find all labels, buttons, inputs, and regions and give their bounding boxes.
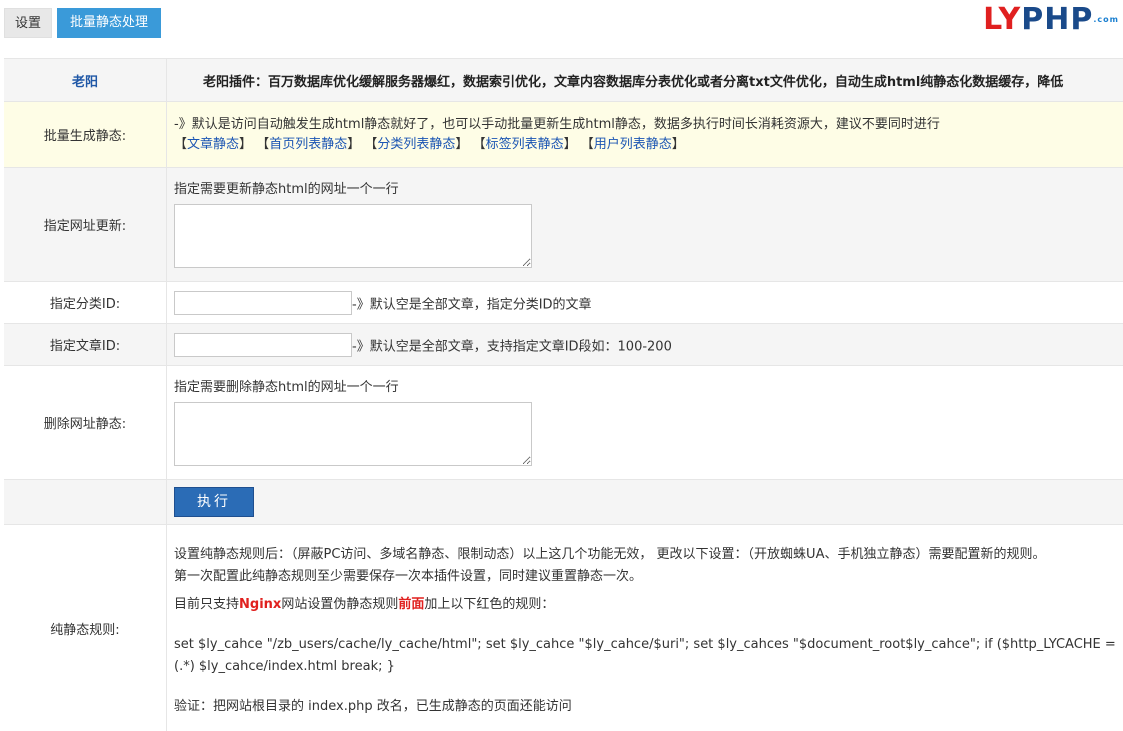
logo-part1: LY bbox=[983, 2, 1021, 37]
rules-label: 纯静态规则: bbox=[4, 525, 167, 731]
link-home-list-static[interactable]: 首页列表静态 bbox=[269, 137, 347, 152]
tab-batch-static[interactable]: 批量静态处理 bbox=[57, 8, 161, 38]
url-update-textarea[interactable] bbox=[174, 204, 532, 268]
article-note: -》默认空是全部文章，支持指定文章ID段如：100-200 bbox=[352, 339, 672, 354]
batch-row: 批量生成静态: -》默认是访问自动触发生成html静态就好了，也可以手动批量更新… bbox=[4, 102, 1123, 168]
url-update-row: 指定网址更新: 指定需要更新静态html的网址一个一行 bbox=[4, 168, 1123, 282]
execute-row: 执行 bbox=[4, 480, 1123, 525]
batch-note: -》默认是访问自动触发生成html静态就好了，也可以手动批量更新生成html静态… bbox=[174, 115, 1123, 135]
link-category-list-static[interactable]: 分类列表静态 bbox=[377, 137, 455, 152]
article-row: 指定文章ID: -》默认空是全部文章，支持指定文章ID段如：100-200 bbox=[4, 324, 1123, 366]
lyphp-logo: LYPHP.com bbox=[983, 2, 1119, 38]
category-note: -》默认空是全部文章，指定分类ID的文章 bbox=[352, 297, 592, 312]
logo-part2: PHP bbox=[1021, 2, 1093, 37]
rules-code-line2: (.*) $ly_cahce/index.html break; } bbox=[174, 656, 1123, 678]
rules-code-line1: set $ly_cahce "/zb_users/cache/ly_cache/… bbox=[174, 634, 1123, 656]
rules-line3: 目前只支持Nginx网站设置伪静态规则前面加上以下红色的规则： bbox=[174, 594, 1123, 616]
url-delete-hint: 指定需要删除静态html的网址一个一行 bbox=[174, 378, 1123, 398]
batch-label: 批量生成静态: bbox=[4, 102, 167, 168]
batch-links: 【文章静态】 【首页列表静态】 【分类列表静态】 【标签列表静态】 【用户列表静… bbox=[174, 135, 1123, 155]
settings-table: 老阳 老阳插件：百万数据库优化缓解服务器爆红，数据索引优化，文章内容数据库分表优… bbox=[4, 58, 1123, 731]
category-row: 指定分类ID: -》默认空是全部文章，指定分类ID的文章 bbox=[4, 282, 1123, 324]
author-label: 老阳 bbox=[4, 59, 167, 102]
article-label: 指定文章ID: bbox=[4, 324, 167, 366]
link-article-static[interactable]: 文章静态 bbox=[187, 137, 239, 152]
url-delete-row: 删除网址静态: 指定需要删除静态html的网址一个一行 bbox=[4, 366, 1123, 480]
rules-line1: 设置纯静态规则后：（屏蔽PC访问、多域名静态、限制动态）以上这几个功能无效， 更… bbox=[174, 544, 1123, 566]
plugin-description: 老阳插件：百万数据库优化缓解服务器爆红，数据索引优化，文章内容数据库分表优化或者… bbox=[167, 59, 1123, 102]
tab-settings[interactable]: 设置 bbox=[4, 8, 52, 38]
url-delete-label: 删除网址静态: bbox=[4, 366, 167, 480]
rules-row: 纯静态规则: 设置纯静态规则后：（屏蔽PC访问、多域名静态、限制动态）以上这几个… bbox=[4, 525, 1123, 731]
top-bar: 设置 批量静态处理 LYPHP.com bbox=[0, 0, 1123, 50]
category-label: 指定分类ID: bbox=[4, 282, 167, 324]
article-id-input[interactable] bbox=[174, 333, 352, 357]
url-update-hint: 指定需要更新静态html的网址一个一行 bbox=[174, 180, 1123, 200]
url-update-label: 指定网址更新: bbox=[4, 168, 167, 282]
link-tag-list-static[interactable]: 标签列表静态 bbox=[486, 137, 564, 152]
execute-button[interactable]: 执行 bbox=[174, 487, 254, 517]
rules-line2: 第一次配置此纯静态规则至少需要保存一次本插件设置，同时建议重置静态一次。 bbox=[174, 566, 1123, 588]
rules-verify: 验证：把网站根目录的 index.php 改名，已生成静态的页面还能访问 bbox=[174, 696, 1123, 718]
header-row: 老阳 老阳插件：百万数据库优化缓解服务器爆红，数据索引优化，文章内容数据库分表优… bbox=[4, 59, 1123, 102]
link-user-list-static[interactable]: 用户列表静态 bbox=[594, 137, 672, 152]
logo-suffix: .com bbox=[1093, 15, 1119, 24]
category-id-input[interactable] bbox=[174, 291, 352, 315]
url-delete-textarea[interactable] bbox=[174, 402, 532, 466]
